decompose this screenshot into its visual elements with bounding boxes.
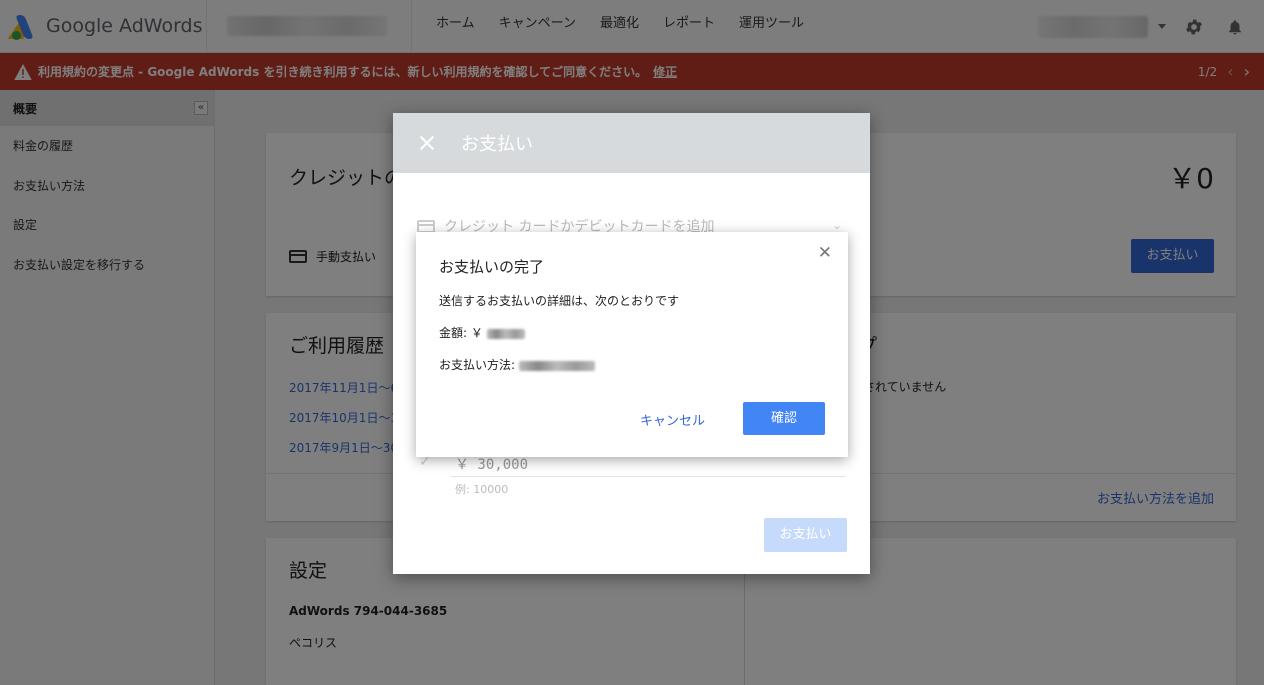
close-icon[interactable] [419,135,435,151]
amount-label: 金額: ￥ [439,326,483,340]
input-underline [451,476,846,477]
chevron-down-icon[interactable]: ⌄ [832,218,842,232]
payment-dialog-header: お支払い [393,113,870,173]
close-icon[interactable]: ✕ [818,243,832,263]
submit-payment-button[interactable]: お支払い [764,518,847,552]
payment-amount-input[interactable]: ￥ 30,000 [455,454,528,474]
cancel-button[interactable]: キャンセル [640,410,705,429]
confirm-button[interactable]: 確認 [743,402,825,435]
confirm-description: 送信するお支払いの詳細は、次のとおりです [439,294,680,308]
amount-hint: 例: 10000 [455,483,509,496]
confirm-amount: 金額: ￥ [439,324,525,341]
method-label: お支払い方法: [439,358,516,372]
credit-card-icon [417,219,435,233]
confirm-method: お支払い方法: [439,356,595,373]
confirm-payment-dialog: ✕ お支払いの完了 送信するお支払いの詳細は、次のとおりです 金額: ￥ お支払… [416,232,848,457]
payment-dialog-title: お支払い [461,134,533,155]
method-redacted [518,360,595,371]
amount-redacted [486,328,525,339]
confirm-title: お支払いの完了 [439,258,545,276]
